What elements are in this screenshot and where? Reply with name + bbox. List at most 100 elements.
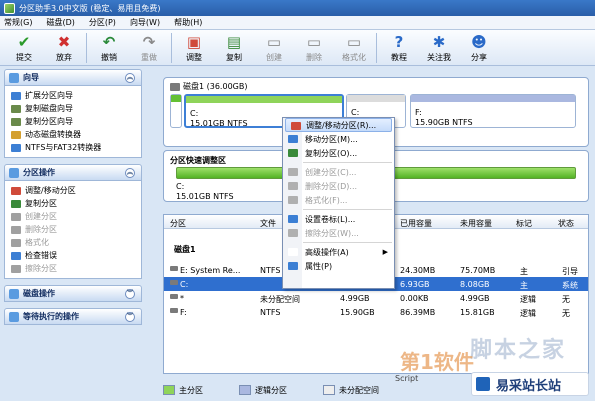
sidebar-item[interactable]: 动态磁盘转换器 [11,128,141,141]
partition-icon [170,294,178,299]
partition-ops-header[interactable]: 分区操作 ︽ [4,164,142,181]
resize-size: 15.01GB NTFS [176,192,234,201]
sidebar-item[interactable]: NTFS与FAT32转换器 [11,141,141,154]
toolbar-button-follow[interactable]: ✱ 关注我 [419,33,459,63]
toolbar-button-label: 创建 [266,53,282,62]
resize-icon: ▣ [186,33,202,51]
segment-bar [186,96,342,103]
col-status[interactable]: 状态 [558,218,574,229]
sidebar-item[interactable]: 复制分区向导 [11,115,141,128]
cancel-icon: ✖ [57,33,71,51]
menu-disk[interactable]: 磁盘(D) [46,17,74,28]
sidebar-item[interactable]: 擦除分区 [11,262,141,275]
cell-free: 8.08GB [460,280,490,289]
toolbar-button-format[interactable]: ▭ 格式化 [334,33,374,63]
site-logo-icon [476,377,490,391]
sidebar-item-label: 格式化 [25,238,49,247]
toolbar-button-label: 撤销 [101,53,117,62]
disk-title: 磁盘1 (36.00GB) [170,81,247,92]
toolbar-button-redo[interactable]: ↷ 重做 [129,33,169,63]
sidebar-item[interactable]: 扩展分区向导 [11,89,141,102]
check-icon: ✔ [17,33,31,51]
toolbar-separator [376,33,377,63]
menu-partition[interactable]: 分区(P) [89,17,116,28]
col-filesystem[interactable]: 文件 [260,218,276,229]
legend-label: 未分配空间 [339,385,379,395]
cell-used: 86.39MB [400,308,436,317]
table-row[interactable]: F: NTFS 15.90GB 86.39MB 15.81GB 逻辑 无 [164,305,588,319]
toolbar-button-cancel[interactable]: ✖ 放弃 [44,33,84,63]
context-menu-item-label: 擦除分区(W)... [305,228,359,238]
follow-icon: ✱ [432,33,446,51]
sidebar-item[interactable]: 复制分区 [11,197,141,210]
toolbar-button-resize[interactable]: ▣ 调整 [174,33,214,63]
toolbar-button-share[interactable]: ☻ 分享 [459,33,499,63]
sidebar-item[interactable]: 格式化 [11,236,141,249]
toolbar-button-label: 关注我 [427,53,451,62]
app-icon [4,2,15,14]
col-flag[interactable]: 标记 [516,218,532,229]
context-menu-item-label: 格式化(F)... [305,195,348,205]
legend-item: 逻辑分区 [239,385,287,396]
left-panel: 向导 ︽ 扩展分区向导 复制磁盘向导 复制分区向导 动态磁盘转换器 NTFS与FAT32… [4,69,142,399]
disk-icon [170,82,180,91]
context-menu-item[interactable]: 移动分区(M)... [283,132,394,146]
toolbar-button-label: 提交 [16,53,32,62]
toolbar-button-create[interactable]: ▭ 创建 [254,33,294,63]
check-error-icon [11,251,21,260]
table-row[interactable]: * 未分配空间 4.99GB 0.00KB 4.99GB 逻辑 无 [164,291,588,305]
disk-ops-header[interactable]: 磁盘操作 ︾ [4,285,142,302]
cell-used: 0.00KB [400,294,429,303]
toolbar-button-delete[interactable]: ▭ 删除 [294,33,334,63]
chevron-down-icon[interactable]: ︾ [125,312,135,322]
context-menu-item[interactable]: 高级操作(A) ▶ [283,245,394,259]
chevron-up-icon[interactable]: ︽ [125,73,135,83]
cell-fs: 未分配空间 [260,295,300,304]
col-free[interactable]: 未用容量 [460,218,492,229]
context-menu-item[interactable]: 调整/移动分区(R)... [285,118,392,132]
sidebar-item[interactable]: 检查错误 [11,249,141,262]
col-partition[interactable]: 分区 [170,218,186,229]
context-menu-item[interactable]: 设置卷标(L)... [283,212,394,226]
toolbar-button-help[interactable]: ? 教程 [379,33,419,63]
toolbar-button-label: 教程 [391,53,407,62]
group-label: 磁盘1 [174,245,196,254]
menu-wizard[interactable]: 向导(W) [130,17,160,28]
chevron-up-icon[interactable]: ︽ [125,168,135,178]
resize-move-icon [11,186,21,195]
copy-partition-icon [11,117,21,126]
context-menu-item-label: 属性(P) [305,261,333,271]
sidebar-item-label: 检查错误 [25,251,57,260]
pending-ops-header[interactable]: 等待执行的操作 ︾ [4,308,142,325]
legend-label: 主分区 [179,385,203,395]
sidebar-item[interactable]: 复制磁盘向导 [11,102,141,115]
delete-partition-icon [11,225,21,234]
cell-flag: 逻辑 [520,309,536,318]
toolbar-button-copy[interactable]: ▤ 复制 [214,33,254,63]
context-menu-item-label: 创建分区(C)... [305,167,357,177]
context-menu-item-label: 设置卷标(L)... [305,214,356,224]
segment-size: 15.90GB NTFS [415,118,473,127]
chevron-down-icon[interactable]: ︾ [125,289,135,299]
toolbar-button-undo[interactable]: ↶ 撤销 [89,33,129,63]
context-menu-item[interactable]: 擦除分区(W)... [283,226,394,240]
create-icon: ▭ [266,33,282,51]
cell-cap: 4.99GB [340,294,370,303]
menu-help[interactable]: 帮助(H) [174,17,202,28]
partition-segment-f[interactable]: F: 15.90GB NTFS [410,94,576,128]
context-menu-item[interactable]: 属性(P) [283,259,394,273]
dynamic-disk-icon [11,130,21,139]
sidebar-item[interactable]: 调整/移动分区 [11,184,141,197]
sidebar-item[interactable]: 删除分区 [11,223,141,236]
toolbar-button-check[interactable]: ✔ 提交 [4,33,44,63]
sidebar-item[interactable]: 创建分区 [11,210,141,223]
wizard-group-header[interactable]: 向导 ︽ [4,69,142,86]
col-used[interactable]: 已用容量 [400,218,432,229]
partition-segment-e[interactable] [170,94,182,128]
context-menu-item[interactable]: 创建分区(C)... [283,165,394,179]
context-menu-item[interactable]: 格式化(F)... [283,193,394,207]
toolbar-button-label: 格式化 [342,53,366,62]
context-menu-item[interactable]: 复制分区(O)... [283,146,394,160]
menu-general[interactable]: 常规(G) [4,17,32,28]
context-menu-item[interactable]: 删除分区(D)... [283,179,394,193]
